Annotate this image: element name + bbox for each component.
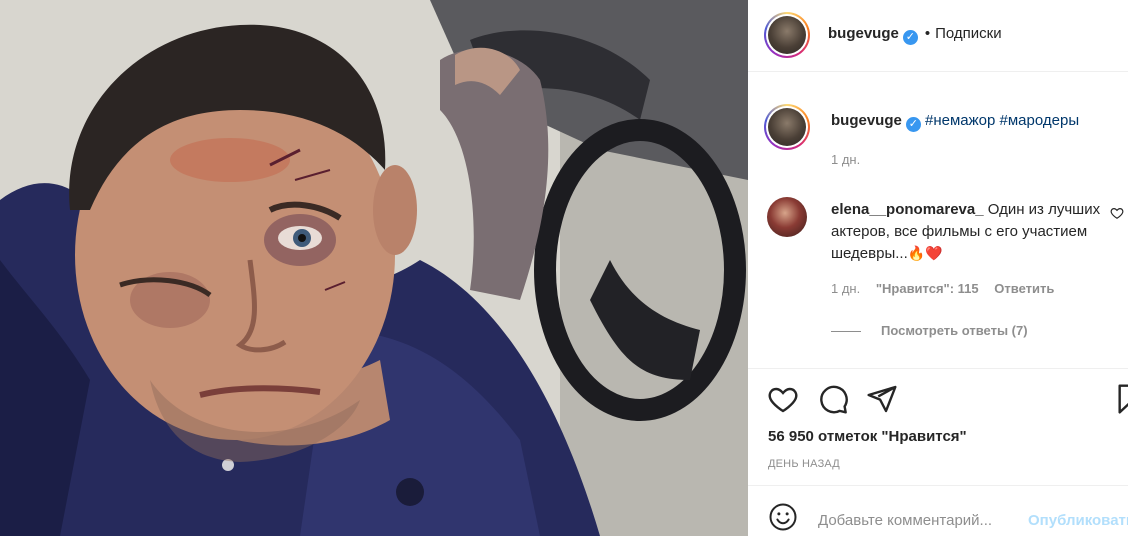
caption-hashtags[interactable]: #немажор #мародеры bbox=[925, 112, 1079, 129]
avatar-ring-inner bbox=[766, 14, 808, 56]
verified-badge-icon: ✓ bbox=[905, 117, 921, 132]
caption-author-username[interactable]: bugevuge bbox=[831, 112, 902, 129]
bookmark-icon[interactable] bbox=[1113, 383, 1128, 415]
comment-emoji: 🔥❤️ bbox=[907, 246, 943, 262]
post-actions: 56 950 отметок "Нравится" ДЕНЬ НАЗАД bbox=[748, 368, 1128, 478]
comment-meta: 1 дн. "Нравится": 115 Ответить bbox=[831, 281, 1066, 296]
post-photo-illustration bbox=[0, 0, 748, 536]
comment-icon[interactable] bbox=[817, 383, 849, 415]
likes-count[interactable]: 56 950 отметок "Нравится" bbox=[768, 428, 967, 445]
comment-reply-button[interactable]: Ответить bbox=[994, 281, 1054, 296]
post-photo[interactable] bbox=[0, 0, 748, 536]
avatar-ring-inner bbox=[766, 106, 808, 148]
post-sidebar: bugevuge ✓ • Подписки bugevuge ✓ #немажор #м… bbox=[748, 0, 1128, 536]
commenter-username[interactable]: elena__ponomareva_ bbox=[831, 201, 984, 218]
share-icon[interactable] bbox=[866, 383, 898, 415]
view-replies-button[interactable]: Посмотреть ответы (7) bbox=[831, 323, 1028, 338]
comment-composer: Добавьте комментарий... Опубликовать bbox=[748, 485, 1128, 536]
verified-badge-icon: ✓ bbox=[902, 30, 918, 45]
commenter-avatar[interactable] bbox=[767, 197, 807, 237]
heart-icon[interactable] bbox=[767, 383, 799, 415]
comment-like-heart-icon[interactable] bbox=[1110, 206, 1124, 220]
following-button[interactable]: Подписки bbox=[935, 25, 1002, 42]
comment: elena__ponomareva_ Один из лучших актеро… bbox=[831, 199, 1101, 265]
comment-likes-count[interactable]: "Нравится": 115 bbox=[876, 281, 979, 296]
avatar-image bbox=[768, 108, 806, 146]
author-username[interactable]: bugevuge bbox=[828, 25, 899, 42]
header-line: bugevuge ✓ • Подписки bbox=[828, 25, 1002, 45]
post-header: bugevuge ✓ • Подписки bbox=[748, 0, 1128, 72]
separator-dot: • bbox=[924, 25, 931, 42]
post-caption: bugevuge ✓ #немажор #мародеры bbox=[831, 112, 1079, 132]
view-replies-label: Посмотреть ответы (7) bbox=[881, 323, 1028, 338]
replies-divider bbox=[831, 331, 861, 333]
avatar-image bbox=[768, 16, 806, 54]
comment-timestamp[interactable]: 1 дн. bbox=[831, 281, 860, 296]
caption-timestamp[interactable]: 1 дн. bbox=[831, 152, 860, 167]
post-timestamp[interactable]: ДЕНЬ НАЗАД bbox=[768, 458, 840, 470]
caption-author-avatar[interactable] bbox=[764, 104, 810, 150]
smile-icon[interactable] bbox=[768, 502, 798, 532]
comment-input[interactable]: Добавьте комментарий... bbox=[818, 512, 992, 529]
author-avatar[interactable] bbox=[764, 12, 810, 58]
publish-button[interactable]: Опубликовать bbox=[1028, 512, 1128, 529]
